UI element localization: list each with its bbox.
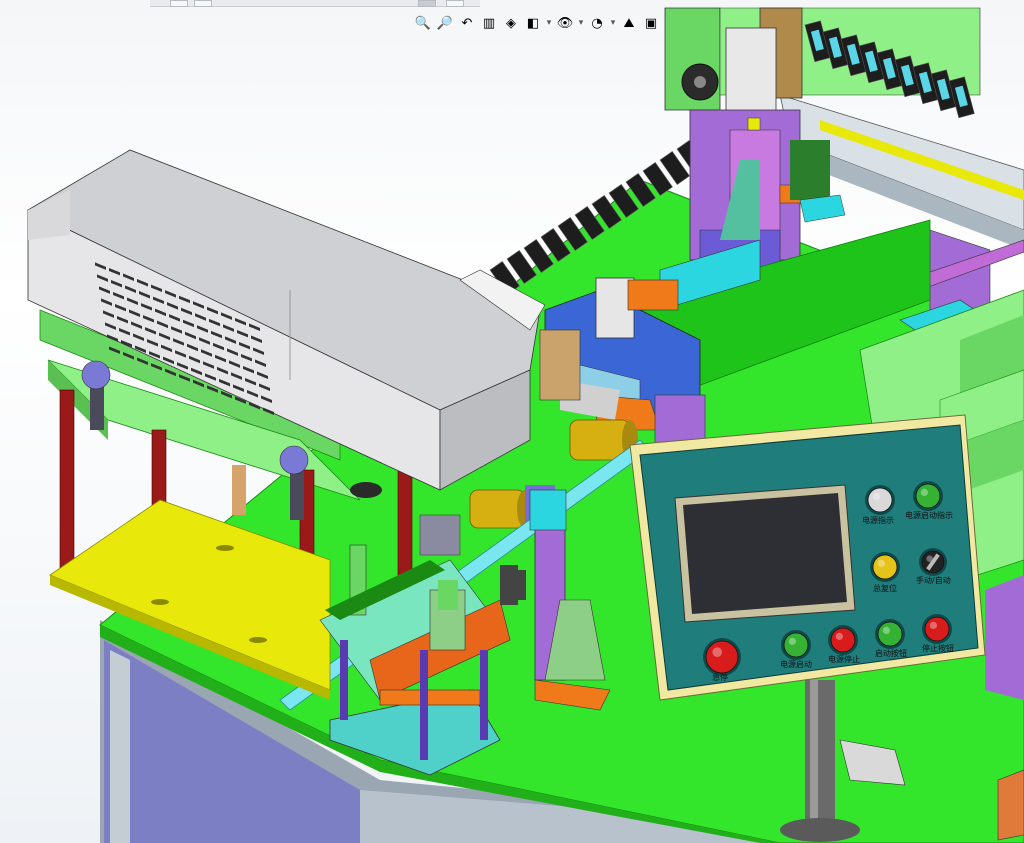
top-gantry [664, 7, 981, 119]
hmi-touch-screen[interactable] [683, 493, 847, 614]
power-start-indicator-lamp-label: 电源启动指示 [905, 510, 953, 520]
manual-auto-selector-label: 手动/自动 [916, 575, 951, 585]
machine-assembly-model[interactable]: 电源指示 电源启动指示总复位 手动/自动急停 电源启动 电源停止 启动按钮 停止按钮 [0, 0, 1024, 843]
power-indicator-lamp-label: 电源指示 [862, 515, 894, 525]
stop-button-label: 停止按钮 [922, 643, 954, 653]
emergency-stop-button-label: 急停 [712, 672, 728, 682]
power-off-button-label: 电源停止 [828, 654, 860, 664]
power-start-button-label: 电源启动 [780, 659, 812, 669]
start-button-label: 启动按钮 [875, 648, 907, 658]
corner-block [997, 769, 1024, 841]
reset-button[interactable]: 总复位 [870, 552, 900, 593]
reset-button-label: 总复位 [873, 583, 897, 593]
power-start-button[interactable]: 电源启动 [780, 630, 812, 669]
3d-viewport[interactable]: 🔍 🔎 ↶ ▥ ◈ ◧ ▾ 👁 ▾ ◔ ▾ ⛰ ▣ 电源指示 电源启动指示 总复… [0, 0, 1024, 843]
